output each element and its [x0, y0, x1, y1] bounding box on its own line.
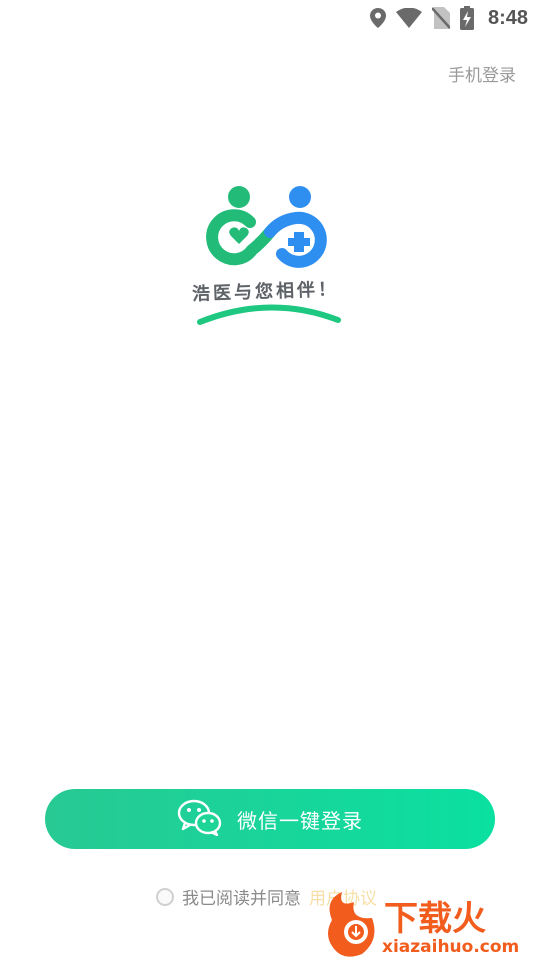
status-bar: 8:48 [0, 0, 540, 36]
logo-blue-head [289, 186, 311, 208]
logo-arc [197, 304, 341, 325]
no-sim-icon [431, 7, 450, 29]
agreement-text: 我已阅读并同意 [182, 889, 301, 909]
logo-green-head [228, 186, 250, 208]
location-icon [369, 8, 386, 28]
logo-plus-icon [288, 232, 310, 252]
watermark-logo: 下载火 xiazaihuo.com [328, 892, 519, 957]
logo-slogan: 浩医与您相伴！ [191, 278, 340, 305]
logo-heart-icon [229, 227, 249, 244]
status-time: 8:48 [487, 6, 528, 29]
watermark-brand: 下载火 [384, 899, 486, 939]
battery-charging-icon [459, 6, 474, 30]
wifi-icon [395, 8, 422, 28]
login-screen: 8:48 手机登录 浩医与您相伴！ 微信一键登录 我已阅读并同意 用户协议 下载… [0, 0, 540, 960]
phone-login-link[interactable]: 手机登录 [448, 61, 516, 86]
watermark-url: xiazaihuo.com [382, 937, 519, 957]
agreement-radio[interactable] [156, 887, 174, 906]
wechat-login-label: 微信一键登录 [237, 808, 363, 833]
wechat-login-button[interactable]: 微信一键登录 [45, 789, 495, 849]
app-logo [197, 186, 341, 325]
wechat-icon [177, 798, 223, 840]
